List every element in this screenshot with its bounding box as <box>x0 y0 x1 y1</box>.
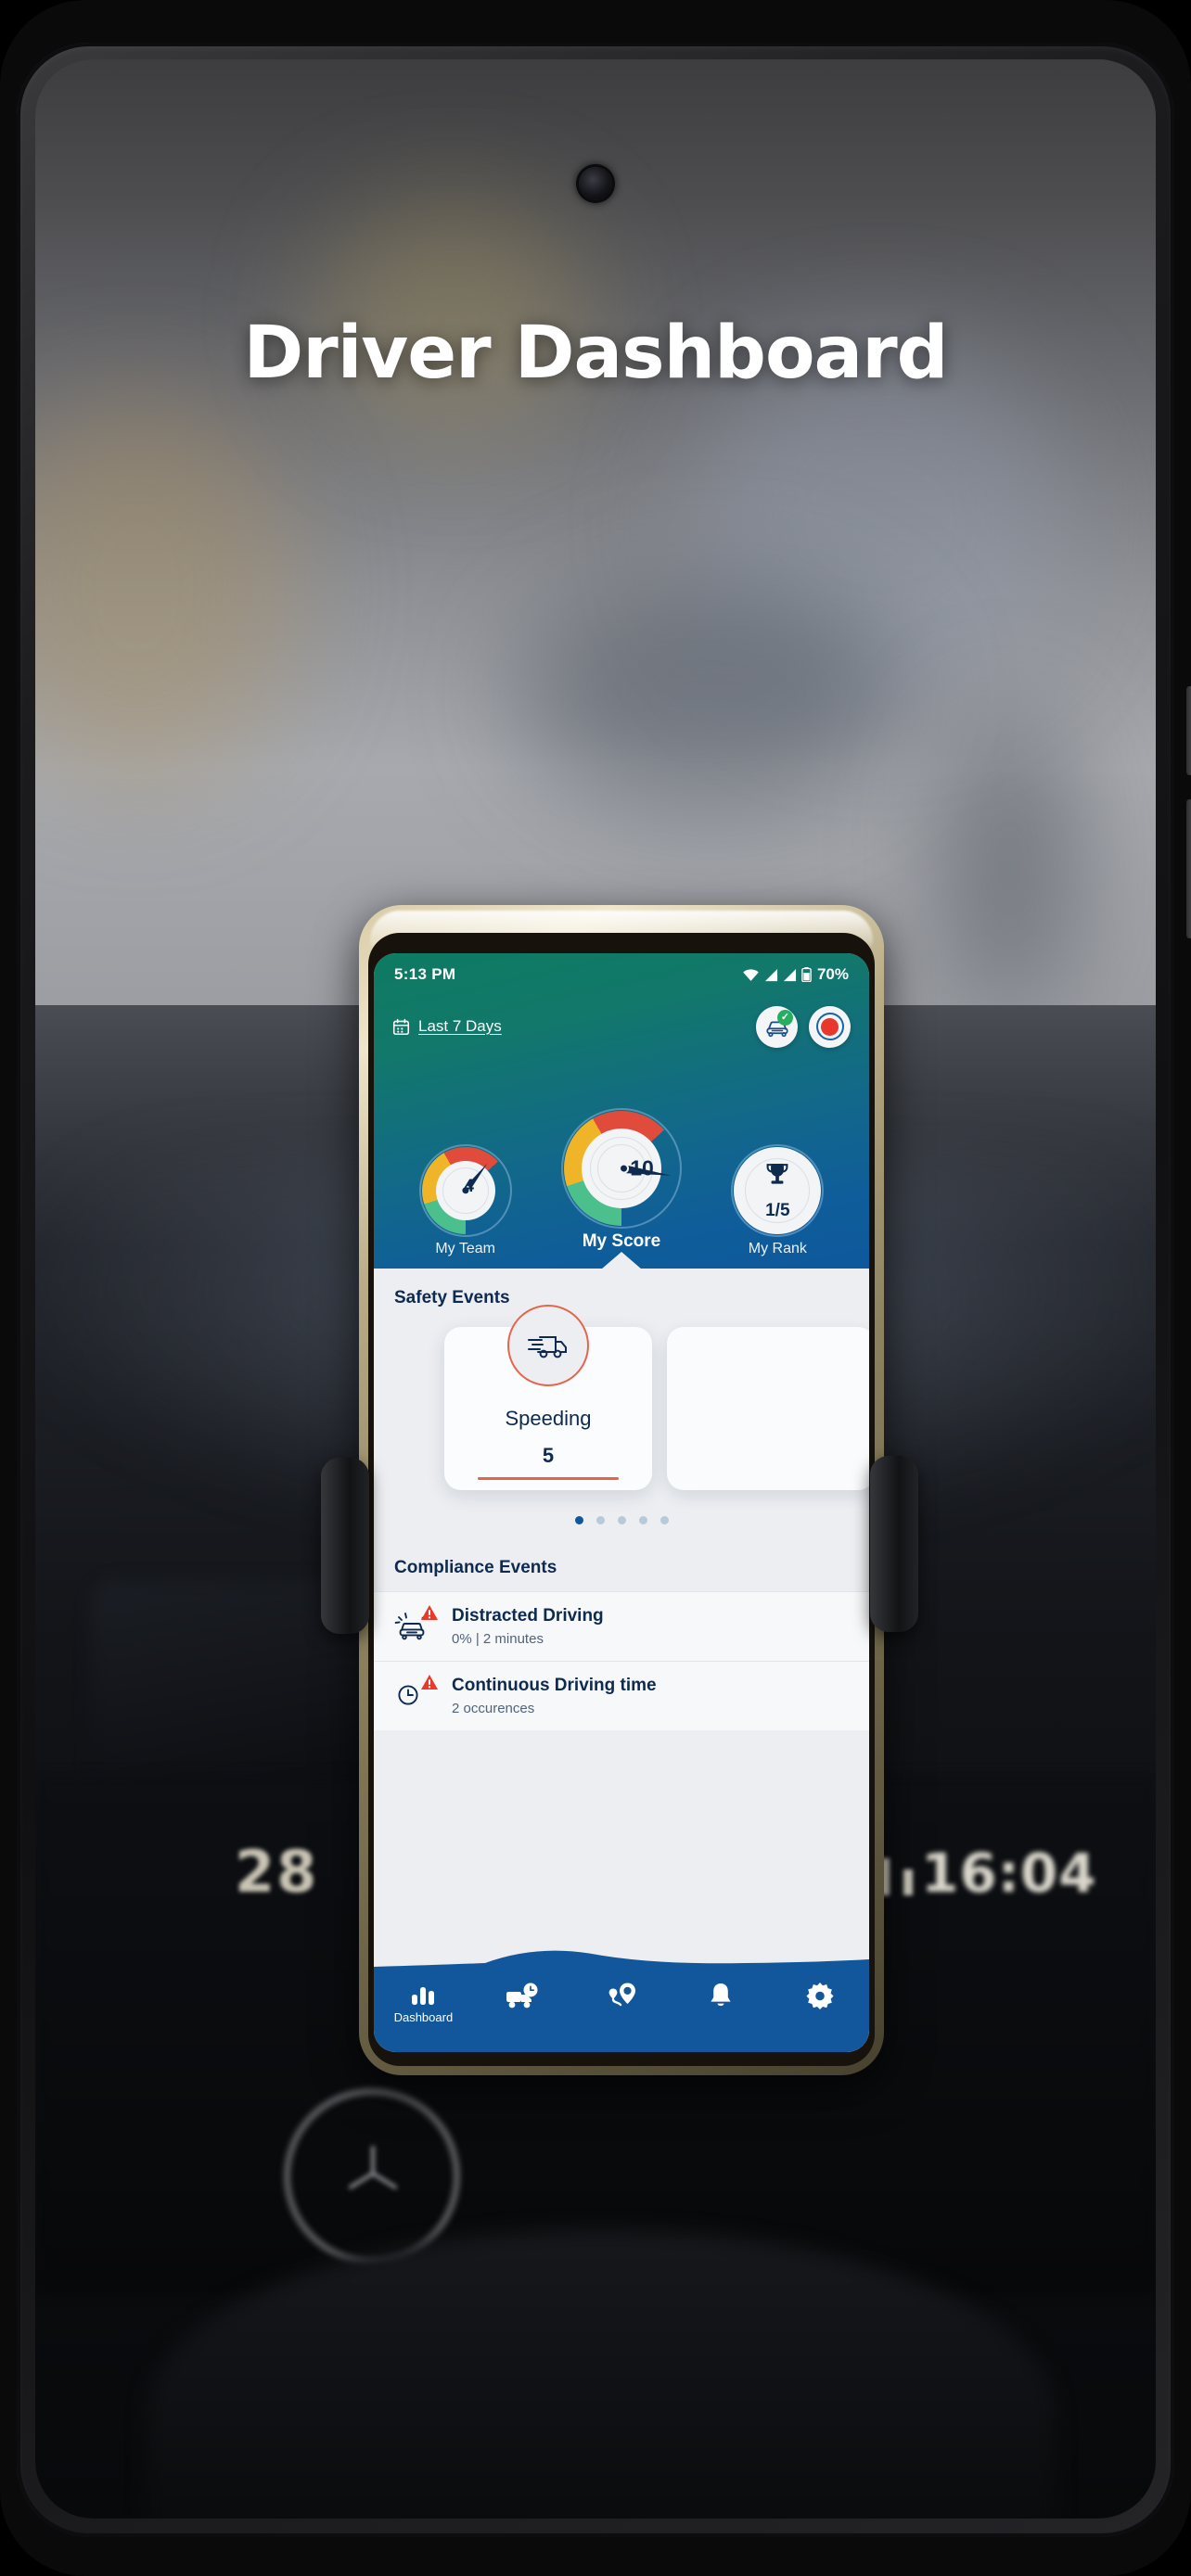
header-actions: ✓ <box>756 1005 851 1048</box>
battery-icon <box>801 967 812 982</box>
side-button-power[interactable] <box>1186 799 1191 938</box>
compliance-row-text: Distracted Driving 0% | 2 minutes <box>452 1606 604 1647</box>
bottom-navigation-bar: Dashboard <box>374 1943 869 2052</box>
side-button-volume[interactable] <box>1186 686 1191 775</box>
carousel-dots[interactable] <box>374 1516 869 1524</box>
safety-event-underline <box>478 1477 619 1480</box>
app-content: Safety Events Speeding 5 Compliance Even… <box>374 1269 869 2052</box>
outer-device-frame: 28 16:04 Driver Dashboard 5:13 PM 70% La… <box>0 0 1191 2576</box>
safety-event-label: Speeding <box>505 1407 592 1430</box>
nav-item-vehicle[interactable] <box>480 1982 565 2009</box>
date-range-selector[interactable]: Last 7 Days <box>392 1017 502 1036</box>
route-location-icon <box>608 1983 635 2007</box>
carousel-dot[interactable] <box>617 1516 626 1524</box>
gauge-caption: My Rank <box>748 1241 807 1256</box>
record-button[interactable] <box>809 1005 851 1048</box>
background-blob-pillar <box>944 708 1074 1014</box>
speeding-truck-icon-badge <box>507 1305 589 1386</box>
compliance-events-list: Distracted Driving 0% | 2 minutes Contin… <box>374 1591 869 1730</box>
nav-item-label: Dashboard <box>393 2010 454 2024</box>
safety-event-card[interactable]: Speeding 5 <box>444 1305 652 1490</box>
speeding-truck-icon <box>528 1336 567 1358</box>
gauge-value: 10 <box>630 1155 654 1180</box>
gauge-caption: My Team <box>435 1241 495 1256</box>
battery-percent: 70% <box>816 965 849 983</box>
bell-icon <box>711 1983 731 2007</box>
compliance-row-subtitle: 2 occurences <box>452 1701 535 1716</box>
gauge-value: 1/5 <box>765 1201 790 1221</box>
gauge-my-score[interactable]: 10 My Score <box>560 1108 682 1252</box>
trophy-icon <box>766 1163 788 1184</box>
outer-screen: 28 16:04 Driver Dashboard 5:13 PM 70% La… <box>35 59 1156 2519</box>
header-date-row: Last 7 Days ✓ <box>374 998 869 1055</box>
gauge-my-rank[interactable]: 1/5 My Rank <box>731 1144 825 1257</box>
status-bar-time: 5:13 PM <box>394 965 456 983</box>
app-header: 5:13 PM 70% Last 7 Days ✓ 4 My Team 10 M… <box>374 953 869 1269</box>
carousel-dot[interactable] <box>596 1516 605 1524</box>
background-blob-dark <box>518 579 907 810</box>
compliance-row-text: Continuous Driving time 2 occurences <box>452 1676 657 1716</box>
inner-phone: 5:13 PM 70% Last 7 Days ✓ 4 My Team 10 M… <box>359 905 884 2075</box>
record-icon <box>815 1013 844 1040</box>
compliance-row-subtitle: 0% | 2 minutes <box>452 1631 544 1647</box>
truck-clock-icon <box>506 1983 538 2009</box>
vehicle-check-button[interactable]: ✓ <box>756 1005 798 1048</box>
calendar-icon <box>392 1018 410 1035</box>
wifi-icon <box>743 968 759 981</box>
distracted-driving-icon <box>394 1605 438 1645</box>
warning-triangle-icon <box>421 1675 438 1690</box>
background-dash-number: 28 <box>235 1838 319 1906</box>
background-dash-clock: 16:04 <box>921 1842 1097 1905</box>
trophy-icon-wrap <box>763 1160 791 1192</box>
vehicle-check-badge: ✓ <box>777 1009 793 1026</box>
signal-bars-icon <box>764 968 778 981</box>
phone-mount-clamp-left <box>321 1458 369 1634</box>
gauge-caption: My Score <box>582 1231 661 1251</box>
compliance-row[interactable]: Distracted Driving 0% | 2 minutes <box>374 1591 869 1661</box>
header-notch-arrow <box>601 1252 642 1269</box>
date-range-label: Last 7 Days <box>418 1017 502 1035</box>
nav-items: Dashboard <box>374 1974 869 2052</box>
compliance-row-title: Distracted Driving <box>452 1606 604 1626</box>
compliance-row[interactable]: Continuous Driving time 2 occurences <box>374 1661 869 1730</box>
compliance-row-title: Continuous Driving time <box>452 1676 657 1695</box>
nav-item-settings[interactable] <box>777 1982 863 2009</box>
page-title: Driver Dashboard <box>243 312 948 395</box>
safety-events-carousel[interactable]: Speeding 5 <box>374 1305 869 1499</box>
nav-item-trips[interactable] <box>579 1982 664 2009</box>
nav-item-alerts[interactable] <box>678 1982 763 2009</box>
gauge-my-team[interactable]: 4 My Team <box>418 1144 512 1257</box>
record-dot <box>821 1017 839 1036</box>
background-brand-star-icon <box>348 2146 398 2190</box>
phone-mount-clamp-right <box>870 1456 918 1632</box>
gauges-row: 4 My Team 10 My Score 1/5 My Rank <box>374 1057 869 1257</box>
gear-icon <box>805 1983 834 2009</box>
safety-events-title: Safety Events <box>394 1288 510 1307</box>
nav-item-dashboard[interactable]: Dashboard <box>380 1982 466 2024</box>
safety-event-value: 5 <box>542 1444 555 1467</box>
carousel-dot[interactable] <box>638 1516 647 1524</box>
compliance-events-title: Compliance Events <box>394 1558 557 1577</box>
status-bar-indicators: 70% <box>742 965 849 984</box>
driving-time-clock-icon <box>394 1675 438 1715</box>
app-screen: 5:13 PM 70% Last 7 Days ✓ 4 My Team 10 M… <box>374 953 869 2052</box>
warning-triangle-icon <box>421 1605 438 1620</box>
gauge-value: 4 <box>464 1177 474 1196</box>
carousel-dot[interactable] <box>574 1516 583 1524</box>
carousel-dot[interactable] <box>660 1516 669 1524</box>
safety-event-card[interactable] <box>667 1327 869 1490</box>
front-camera-punch-hole <box>579 167 612 200</box>
status-bar: 5:13 PM 70% <box>374 953 869 996</box>
signal-bars-icon <box>783 968 797 981</box>
bar-chart-icon <box>412 1987 435 2005</box>
